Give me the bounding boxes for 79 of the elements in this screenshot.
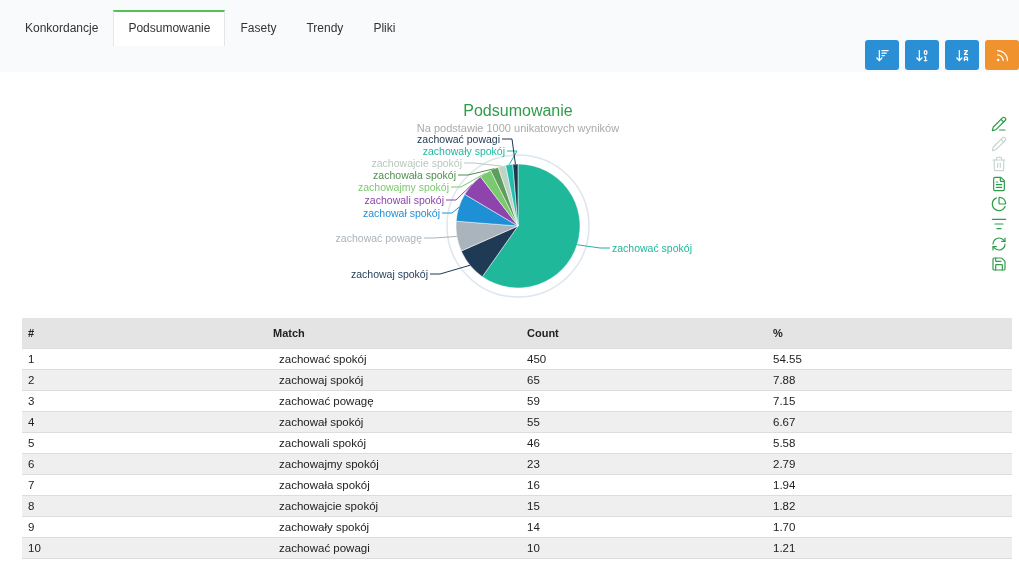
table-cell-text: zachowajcie spokój — [278, 499, 380, 514]
table-cell-text: 1.21 — [772, 541, 797, 556]
table-cell-text: 5.58 — [772, 436, 797, 451]
slice-label: zachować spokój — [612, 242, 692, 254]
sort-numeric-button[interactable] — [905, 40, 939, 70]
table-cell-text: zachować spokój — [278, 352, 368, 367]
slice-label: zachować powagi — [417, 133, 500, 145]
sort-numeric-icon — [914, 47, 930, 63]
table-cell-text: zachowała spokój — [278, 478, 371, 493]
table-cell-text: 1 — [27, 352, 36, 367]
table-cell-text: 3 — [27, 394, 36, 409]
table-cell-text: 54.55 — [772, 352, 803, 367]
table-cell-text: 10 — [526, 541, 541, 556]
table-cell-text: 2.79 — [772, 457, 797, 472]
table-cell-text: 7 — [27, 478, 36, 493]
slice-label: zachował spokój — [362, 207, 440, 219]
slice-label: zachowały spokój — [422, 145, 505, 157]
slice-label: zachowajmy spokój — [357, 181, 449, 193]
filter-icon[interactable] — [991, 216, 1007, 232]
tab[interactable]: Konkordancje — [10, 10, 114, 46]
table-cell-text: 55 — [526, 415, 541, 430]
chart-subtitle: Na podstawie 1000 unikatowych wyników — [416, 122, 620, 134]
table-cell-text: 4 — [27, 415, 36, 430]
slice-label: zachowajcie spokój — [371, 157, 462, 169]
feed-icon — [994, 47, 1010, 63]
table-cell-text: zachował spokój — [278, 415, 365, 430]
table-cell-text: 16 — [526, 478, 541, 493]
table-cell-text: 14 — [526, 520, 541, 535]
document-icon[interactable] — [991, 176, 1007, 192]
table-cell-text: 2 — [27, 373, 36, 388]
table-cell-text: 6 — [27, 457, 36, 472]
table-cell-text: 9 — [27, 520, 36, 535]
table-cell-text: 7.15 — [772, 394, 797, 409]
table-cell-text: zachować powagę — [278, 394, 375, 409]
table-cell-text: 10 — [27, 541, 42, 556]
save-icon[interactable] — [991, 256, 1007, 272]
tab[interactable]: Pliki — [358, 10, 411, 46]
pencil-plus-icon[interactable] — [991, 116, 1007, 132]
table-cell-text: zachowaj spokój — [278, 373, 365, 388]
column-header: # — [27, 326, 36, 341]
table-cell-text: 1.82 — [772, 499, 797, 514]
leader-line — [429, 264, 471, 275]
leader-line — [576, 244, 611, 249]
table-cell-text: 7.88 — [772, 373, 797, 388]
table-cell-text: zachowały spokój — [278, 520, 371, 535]
table-cell-text: 6.67 — [772, 415, 797, 430]
table-cell-text: 15 — [526, 499, 541, 514]
tab[interactable]: Podsumowanie — [113, 10, 226, 46]
table-cell-text: 59 — [526, 394, 541, 409]
table-cell-text: 5 — [27, 436, 36, 451]
pie-chart-icon[interactable] — [991, 196, 1007, 212]
sort-frequency-button[interactable] — [865, 40, 899, 70]
tab[interactable]: Fasety — [225, 10, 292, 46]
table-cell-text: 1.94 — [772, 478, 797, 493]
table-cell-text: zachowali spokój — [278, 436, 367, 451]
column-header: Match — [273, 326, 306, 341]
sort-frequency-icon — [874, 47, 890, 63]
table-cell-text: 450 — [526, 352, 548, 367]
leader-line — [441, 206, 460, 214]
tab[interactable]: Trendy — [291, 10, 359, 46]
table-cell-text: zachowajmy spokój — [278, 457, 380, 472]
leader-line — [423, 235, 458, 239]
sort-alpha-button[interactable] — [945, 40, 979, 70]
table-cell-text: 23 — [526, 457, 541, 472]
sort-alpha-icon — [954, 47, 970, 63]
table-cell-text: 65 — [526, 373, 541, 388]
column-header: % — [772, 326, 784, 341]
table-cell-text: 8 — [27, 499, 36, 514]
slice-label: zachowaj spokój — [350, 268, 428, 280]
feed-button[interactable] — [985, 40, 1019, 70]
refresh-icon[interactable] — [991, 236, 1007, 252]
table-cell-text: zachować powagi — [278, 541, 371, 556]
column-header: Count — [526, 326, 560, 341]
slice-label: zachowali spokój — [364, 194, 444, 206]
table-cell-text: 46 — [526, 436, 541, 451]
table-cell-text: 1.70 — [772, 520, 797, 535]
slice-label: zachować powagę — [335, 232, 422, 244]
chart-title: Podsumowanie — [463, 102, 573, 119]
slice-label: zachowała spokój — [373, 169, 456, 181]
